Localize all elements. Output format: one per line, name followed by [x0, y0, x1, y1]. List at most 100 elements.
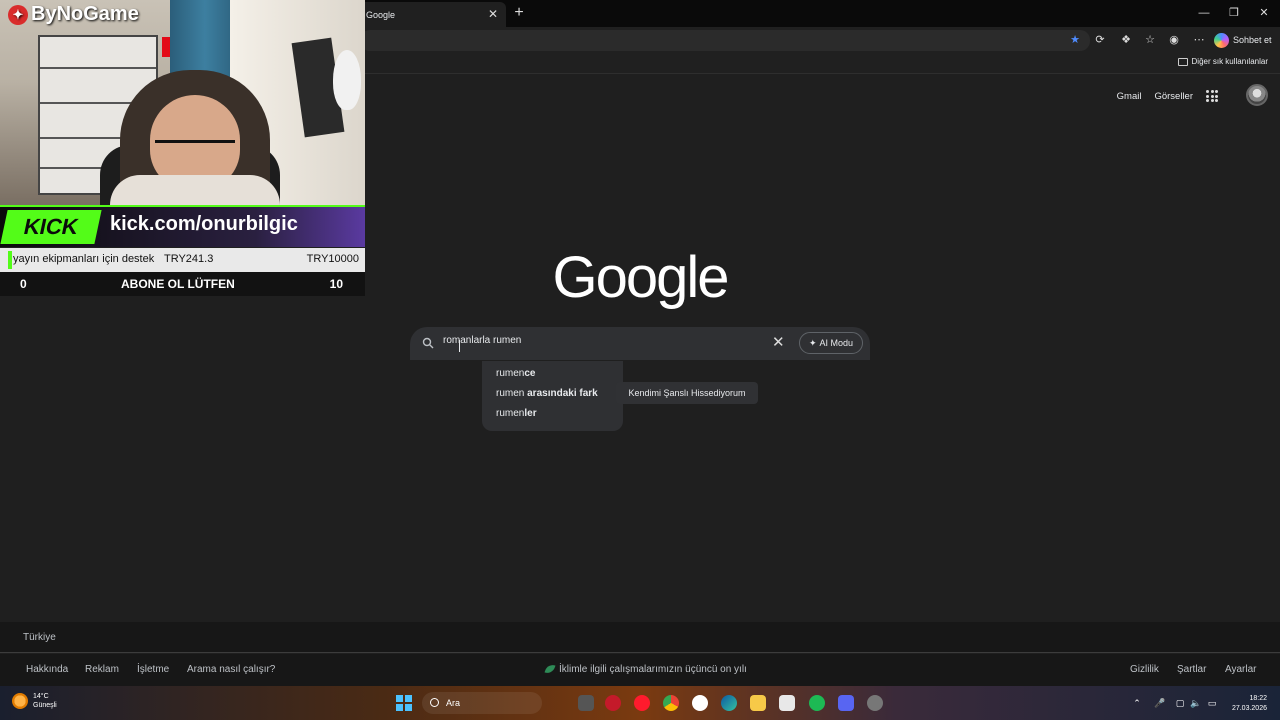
opera-gx-icon[interactable] [605, 695, 621, 711]
bynogame-icon: ✦ [8, 4, 28, 25]
windows-taskbar: 14°C Güneşli Ara ⌃ 🎤 ▢ 🔈 ▭ 18:22 27.03.2… [0, 686, 1280, 720]
search-input[interactable]: romanlarla rumen [443, 335, 521, 346]
donation-goal-bar: yayın ekipmanları için destek TRY241.3 T… [0, 248, 365, 272]
minimize-icon[interactable]: — [1192, 4, 1216, 22]
clock-date: 27.03.2026 [1231, 705, 1267, 712]
windows-start-icon[interactable] [396, 695, 412, 711]
google-top-links: Gmail Görseller [1117, 88, 1238, 104]
tray-chevron-icon[interactable]: ⌃ [1132, 698, 1142, 708]
yandex-icon[interactable] [692, 695, 708, 711]
taskbar-search-label: Ara [446, 698, 461, 708]
store-icon[interactable] [779, 695, 795, 711]
images-link[interactable]: Görseller [1154, 91, 1193, 102]
footer-link-business[interactable]: İşletme [137, 664, 169, 675]
favorites-icon[interactable]: ☆ [1142, 32, 1158, 48]
weather-desc: Güneşli [33, 702, 57, 709]
file-explorer-icon[interactable] [750, 695, 766, 711]
discord-icon[interactable] [838, 695, 854, 711]
footer-link-about[interactable]: Hakkında [26, 664, 68, 675]
profile-icon[interactable]: ◉ [1166, 32, 1182, 48]
opera-icon[interactable] [634, 695, 650, 711]
spotify-icon[interactable] [809, 695, 825, 711]
donation-goal-label: yayın ekipmanları için destek [13, 253, 155, 265]
donation-progress-fill [8, 251, 12, 269]
other-favorites-label: Diğer sık kullanılanlar [1191, 57, 1268, 66]
sub-label: ABONE OL LÜTFEN [121, 277, 235, 291]
battery-icon[interactable]: ▭ [1207, 698, 1217, 708]
country-label: Türkiye [23, 632, 56, 643]
sub-current: 0 [20, 277, 27, 291]
account-avatar[interactable] [1246, 84, 1268, 106]
edge-icon[interactable] [721, 695, 737, 711]
restore-icon[interactable]: ❐ [1222, 4, 1246, 22]
footer-link-climate[interactable]: İklimle ilgili çalışmalarımızın üçüncü o… [559, 664, 747, 675]
search-icon [430, 698, 439, 707]
app-icon[interactable] [867, 695, 883, 711]
more-options-icon[interactable]: ⋯ [1191, 32, 1207, 48]
refresh-icon[interactable]: ⟳ [1092, 32, 1108, 48]
suggestions-dropdown: rumence rumen arasındaki fark rumenler [482, 361, 623, 431]
chrome-icon[interactable] [663, 695, 679, 711]
suggestion-prefix: rumen [496, 408, 525, 419]
google-logo: Google [552, 245, 729, 310]
kick-logo: KICK [0, 210, 102, 244]
suggestion-item[interactable]: rumen arasındaki fark [482, 386, 623, 406]
ai-mode-button[interactable]: ✦ AI Modu [799, 332, 863, 354]
footer-link-advertising[interactable]: Reklam [85, 664, 119, 675]
donation-current: TRY241.3 [164, 253, 214, 265]
apps-grid-icon[interactable] [1206, 90, 1218, 102]
sub-target: 10 [329, 277, 343, 291]
ai-mode-icon: ✦ [808, 338, 817, 348]
brand-name: ByNoGame [31, 3, 139, 25]
footer-links-bar: Hakkında Reklam İşletme Arama nasıl çalı… [0, 654, 1280, 686]
weather-widget[interactable]: 14°C Güneşli [12, 692, 57, 710]
footer-link-terms[interactable]: Şartlar [1177, 664, 1206, 675]
gmail-link[interactable]: Gmail [1117, 91, 1142, 102]
tab-close-icon[interactable]: ✕ [486, 7, 500, 21]
other-favorites[interactable]: Diğer sık kullanılanlar [1177, 57, 1268, 66]
weather-temp: 14°C [33, 693, 49, 700]
address-bar[interactable] [360, 30, 1090, 51]
kick-banner: KICK kick.com/onurbilgic [0, 205, 365, 247]
clear-search-icon[interactable]: ✕ [772, 335, 785, 351]
taskbar-search[interactable]: Ara [422, 692, 542, 714]
search-box[interactable]: romanlarla rumen ✕ ✦ AI Modu [410, 327, 870, 360]
footer-country-bar: Türkiye [0, 622, 1280, 653]
extensions-icon[interactable]: ❖ [1118, 32, 1134, 48]
system-clock[interactable]: 18:22 27.03.2026 [1232, 694, 1267, 714]
network-icon[interactable]: ▢ [1175, 698, 1185, 708]
task-view-icon[interactable] [578, 695, 594, 711]
suggestion-item[interactable]: rumenler [482, 406, 623, 426]
suggestion-completion: arasındaki fark [527, 388, 598, 399]
favorite-star-icon[interactable]: ★ [1067, 32, 1083, 48]
ai-mode-label: AI Modu [819, 338, 854, 348]
kick-url: kick.com/onurbilgic [110, 213, 298, 235]
suggestion-prefix: rumen [496, 368, 525, 379]
footer-link-settings[interactable]: Ayarlar [1225, 664, 1257, 675]
sun-icon [12, 693, 28, 709]
screen: Google ✕ + — ❐ ✕ ★ ⟳ ❖ ☆ ◉ ⋯ Sohbet et D… [0, 0, 1280, 720]
webcam-feed: ✦ ByNoGame [0, 0, 365, 205]
leaf-icon [544, 662, 556, 676]
clock-time: 18:22 [1249, 695, 1267, 702]
subscriber-goal-bar: 0 ABONE OL LÜTFEN 10 [0, 272, 365, 296]
close-window-icon[interactable]: ✕ [1252, 4, 1276, 22]
search-icon [422, 337, 434, 349]
volume-icon[interactable]: 🔈 [1190, 698, 1201, 708]
suggestion-item[interactable]: rumence [482, 366, 623, 386]
copilot-label: Sohbet et [1233, 35, 1272, 45]
tab-google[interactable]: Google ✕ [358, 2, 506, 27]
copilot-icon [1214, 32, 1229, 48]
folder-icon [1177, 57, 1188, 66]
new-tab-button[interactable]: + [510, 4, 528, 22]
glasses-image [155, 140, 235, 158]
feeling-lucky-button[interactable]: Kendimi Şanslı Hissediyorum [616, 382, 758, 404]
footer-link-how-search-works[interactable]: Arama nasıl çalışır? [187, 664, 275, 675]
donation-target: TRY10000 [306, 253, 359, 265]
text-cursor [459, 340, 460, 352]
footer-link-privacy[interactable]: Gizlilik [1130, 664, 1159, 675]
bynogame-logo: ✦ ByNoGame [8, 3, 139, 26]
copilot-button[interactable]: Sohbet et [1214, 31, 1272, 49]
ghostface-mask-image [333, 50, 361, 110]
microphone-icon[interactable]: 🎤 [1154, 698, 1165, 708]
